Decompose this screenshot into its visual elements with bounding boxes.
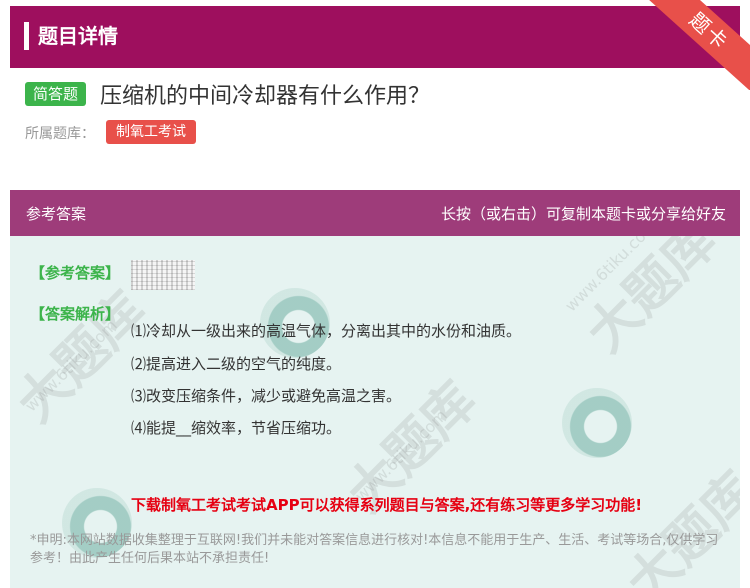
- header-accent-bar: [24, 22, 29, 50]
- bank-label: 所属题库：: [25, 126, 95, 142]
- watermark: 大题库: [575, 236, 729, 364]
- answer-section-header: 参考答案 长按（或右击）可复制本题卡或分享给好友: [10, 190, 740, 236]
- bank-tag-link[interactable]: 制氧工考试: [106, 120, 196, 144]
- analysis-line: ⑵提高进入二级的空气的纯度。: [131, 355, 342, 373]
- question-text: 压缩机的中间冷却器有什么作用？: [100, 84, 431, 109]
- analysis-line: ⑶改变压缩条件，减少或避免高温之害。: [131, 387, 402, 405]
- analysis-line: ⑷能提__缩效率，节省压缩功。: [131, 419, 342, 437]
- analysis-line: ⑴冷却从一级出来的高温气体，分离出其中的水份和油质。: [131, 322, 522, 340]
- ribbon-label: 题卡: [641, 0, 750, 90]
- corner-ribbon: 题卡: [640, 0, 750, 90]
- disclaimer-text: *申明:本网站数据收集整理于互联网!我们并未能对答案信息进行核对!本信息不能用于…: [30, 533, 719, 566]
- page-header: 题目详情: [10, 6, 740, 68]
- watermark-logo: [562, 388, 632, 458]
- answer-section-label: 参考答案: [26, 205, 87, 223]
- answer-image: [131, 260, 195, 290]
- download-app-link[interactable]: 下载制氧工考试考试APP可以获得系列题目与答案,还有练习等更多学习功能!: [131, 494, 642, 515]
- question-type-badge: 简答题: [25, 82, 87, 106]
- analysis-tag: 【答案解析】: [30, 305, 121, 323]
- page-title: 题目详情: [38, 24, 118, 48]
- answer-tag: 【参考答案】: [30, 264, 121, 282]
- copy-hint: 长按（或右击）可复制本题卡或分享给好友: [440, 205, 726, 223]
